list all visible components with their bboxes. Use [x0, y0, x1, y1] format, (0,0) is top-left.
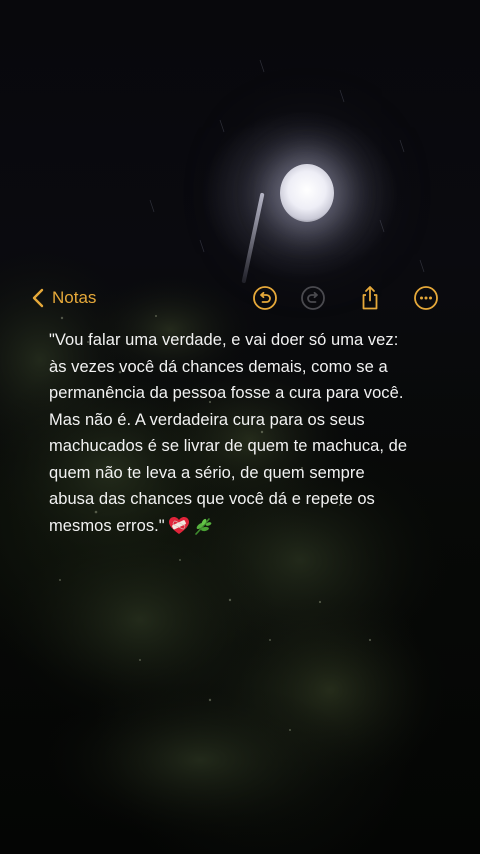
more-icon[interactable]	[413, 285, 439, 311]
note-line: às vezes você dá chances demais, como se…	[49, 357, 388, 376]
notes-toolbar: Notas	[0, 280, 480, 316]
note-line: Mas não é. A verdadeira cura para os seu…	[49, 410, 365, 429]
redo-icon[interactable]	[300, 285, 326, 311]
bandaged-heart-icon	[168, 517, 189, 535]
note-line: permanência da pessoa fosse a cura para …	[49, 384, 404, 402]
back-button[interactable]: Notas	[32, 286, 96, 310]
note-line: mesmos erros."	[49, 516, 165, 535]
notes-screen: Notas "Vou falar uma verdade, e vai doer…	[0, 0, 480, 854]
note-line: abusa das chances que você dá e repete o…	[49, 490, 375, 508]
note-line: quem não te leva a sério, de quem sempre	[49, 463, 365, 482]
street-lamp-light	[280, 164, 334, 222]
note-body[interactable]: "Vou falar uma verdade, e vai doer só um…	[49, 327, 439, 539]
back-label: Notas	[52, 288, 97, 307]
share-icon[interactable]	[357, 285, 383, 311]
note-last-line: mesmos erros."	[49, 513, 439, 540]
undo-icon[interactable]	[252, 285, 278, 311]
street-lamp-pole	[241, 192, 265, 284]
chevron-left-icon	[32, 288, 44, 308]
note-line: "Vou falar uma verdade, e vai doer só um…	[49, 331, 399, 349]
note-line: machucados é se livrar de quem te machuc…	[49, 437, 408, 455]
herb-icon	[194, 518, 212, 535]
